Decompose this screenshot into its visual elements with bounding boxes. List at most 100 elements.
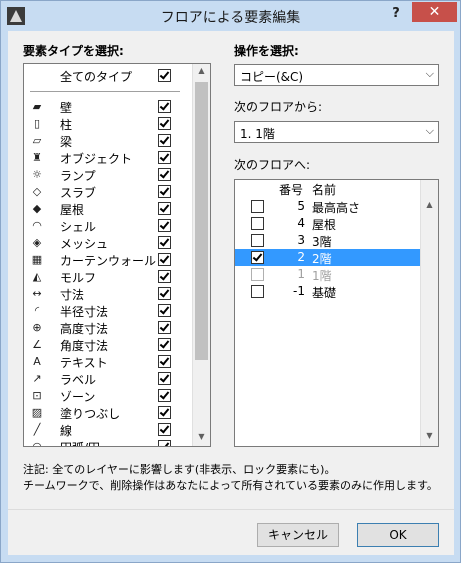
all-types-checkbox[interactable] <box>158 69 171 82</box>
type-checkbox[interactable] <box>158 185 171 198</box>
type-checkbox[interactable] <box>158 406 171 419</box>
type-label: オブジェクト <box>60 152 133 166</box>
from-floor-select[interactable]: 1. 1階 ⌵ <box>234 121 439 143</box>
type-row[interactable]: ▦ カーテンウォール <box>24 251 184 268</box>
type-row[interactable]: ◠ 円弧/円 <box>24 438 184 446</box>
help-button[interactable]: ? <box>385 5 407 23</box>
floor-name: 2階 <box>312 252 332 266</box>
floor-row[interactable]: 3 3階 <box>235 232 421 249</box>
floor-number: 4 <box>297 216 305 230</box>
type-row[interactable]: ▨ 塗りつぶし <box>24 404 184 421</box>
type-row[interactable]: ∠ 角度寸法 <box>24 336 184 353</box>
operation-select[interactable]: コピー(&C) ⌵ <box>234 64 439 86</box>
type-row[interactable]: ⊕ 高度寸法 <box>24 319 184 336</box>
type-checkbox[interactable] <box>158 100 171 113</box>
type-checkbox[interactable] <box>158 355 171 368</box>
type-row[interactable]: ◇ スラブ <box>24 183 184 200</box>
ok-button[interactable]: OK <box>357 523 439 547</box>
slab-icon: ◇ <box>32 185 42 198</box>
type-checkbox[interactable] <box>158 270 171 283</box>
title-bar[interactable]: フロアによる要素編集 ? ✕ <box>1 1 460 31</box>
type-row[interactable]: ⊡ ゾーン <box>24 387 184 404</box>
type-row[interactable]: ♜ オブジェクト <box>24 149 184 166</box>
column-number-header[interactable]: 番号 <box>279 181 303 198</box>
dialog-window: フロアによる要素編集 ? ✕ 要素タイプを選択: 全てのタイプ ▰ 壁 ▯ 柱 ▱ 梁 ♜ オ… <box>0 0 461 563</box>
mesh-icon: ◈ <box>32 236 42 249</box>
floor-list-scrollbar[interactable]: ▲ ▼ <box>420 180 438 446</box>
cancel-button[interactable]: キャンセル <box>257 523 339 547</box>
column-name-header[interactable]: 名前 <box>312 181 336 198</box>
scroll-up-arrow-icon[interactable]: ▲ <box>193 66 210 75</box>
floor-row[interactable]: 5 最高高さ <box>235 198 421 215</box>
shell-icon: ◠ <box>32 219 42 232</box>
scroll-down-arrow-icon[interactable]: ▼ <box>193 432 210 441</box>
type-checkbox[interactable] <box>158 117 171 130</box>
type-checkbox[interactable] <box>158 134 171 147</box>
scroll-thumb[interactable] <box>195 82 208 360</box>
floor-checkbox[interactable] <box>251 200 264 213</box>
floor-row[interactable]: 2 2階 <box>235 249 421 266</box>
type-label: ランプ <box>60 169 96 183</box>
type-checkbox[interactable] <box>158 236 171 249</box>
floor-row[interactable]: -1 基礎 <box>235 283 421 300</box>
type-row[interactable]: ▯ 柱 <box>24 115 184 132</box>
column-icon: ▯ <box>33 117 41 130</box>
type-row[interactable]: ◜ 半径寸法 <box>24 302 184 319</box>
beam-icon: ▱ <box>32 134 42 147</box>
floor-checkbox[interactable] <box>251 217 264 230</box>
to-floor-label: 次のフロアへ: <box>234 158 311 172</box>
type-row[interactable]: ◆ 屋根 <box>24 200 184 217</box>
scroll-up-arrow-icon[interactable]: ▲ <box>421 200 438 209</box>
type-row[interactable]: ↗ ラベル <box>24 370 184 387</box>
morph-icon: ◭ <box>32 270 42 283</box>
type-checkbox[interactable] <box>158 168 171 181</box>
type-label: 寸法 <box>60 288 85 302</box>
type-row[interactable]: ☼ ランプ <box>24 166 184 183</box>
type-checkbox[interactable] <box>158 151 171 164</box>
type-label: メッシュ <box>60 237 109 251</box>
type-row[interactable]: ◈ メッシュ <box>24 234 184 251</box>
type-label: 柱 <box>60 118 73 132</box>
close-button[interactable]: ✕ <box>412 2 457 22</box>
type-checkbox[interactable] <box>158 287 171 300</box>
floor-row[interactable]: 4 屋根 <box>235 215 421 232</box>
from-floor-label: 次のフロアから: <box>234 100 323 114</box>
floor-checkbox[interactable] <box>251 251 264 264</box>
floor-number: 1 <box>297 267 305 281</box>
floor-checkbox[interactable] <box>251 234 264 247</box>
type-checkbox[interactable] <box>158 423 171 436</box>
type-label: 屋根 <box>60 203 85 217</box>
scroll-down-arrow-icon[interactable]: ▼ <box>421 431 438 440</box>
type-row[interactable]: ▱ 梁 <box>24 132 184 149</box>
type-checkbox[interactable] <box>158 202 171 215</box>
type-label: 塗りつぶし <box>60 407 121 421</box>
floor-checkbox[interactable] <box>251 285 264 298</box>
type-row[interactable]: ▰ 壁 <box>24 98 184 115</box>
floor-number: 3 <box>297 233 305 247</box>
type-row[interactable]: ╱ 線 <box>24 421 184 438</box>
type-checkbox[interactable] <box>158 321 171 334</box>
dialog-body: 要素タイプを選択: 全てのタイプ ▰ 壁 ▯ 柱 ▱ 梁 ♜ オブジェクト ☼ ランプ ◇ スラブ ◆ 屋… <box>8 31 454 555</box>
type-label: スラブ <box>60 186 97 200</box>
wall-icon: ▰ <box>32 100 42 113</box>
type-checkbox[interactable] <box>158 372 171 385</box>
type-checkbox[interactable] <box>158 389 171 402</box>
type-checkbox[interactable] <box>158 440 171 446</box>
type-checkbox[interactable] <box>158 253 171 266</box>
type-label: ゾーン <box>60 390 96 404</box>
type-checkbox[interactable] <box>158 304 171 317</box>
type-checkbox[interactable] <box>158 338 171 351</box>
type-list-scrollbar[interactable]: ▲ ▼ <box>192 64 210 446</box>
level-dimension-icon: ⊕ <box>32 321 42 334</box>
type-checkbox[interactable] <box>158 219 171 232</box>
type-label: カーテンウォール <box>60 254 157 268</box>
type-row[interactable]: A テキスト <box>24 353 184 370</box>
label-icon: ↗ <box>32 372 42 385</box>
all-types-row[interactable]: 全てのタイプ <box>24 64 184 86</box>
type-row[interactable]: ↔ 寸法 <box>24 285 184 302</box>
element-type-list[interactable]: 全てのタイプ ▰ 壁 ▯ 柱 ▱ 梁 ♜ オブジェクト ☼ ランプ ◇ スラブ ◆ 屋根 ◠ シェル ◈ メッシュ… <box>23 63 211 447</box>
type-row[interactable]: ◭ モルフ <box>24 268 184 285</box>
type-row[interactable]: ◠ シェル <box>24 217 184 234</box>
to-floor-list[interactable]: 番号 名前 5 最高高さ 4 屋根 3 3階 2 2階 1 1階 -1 基礎 ▲ ▼ <box>234 179 439 447</box>
separator <box>30 91 180 92</box>
